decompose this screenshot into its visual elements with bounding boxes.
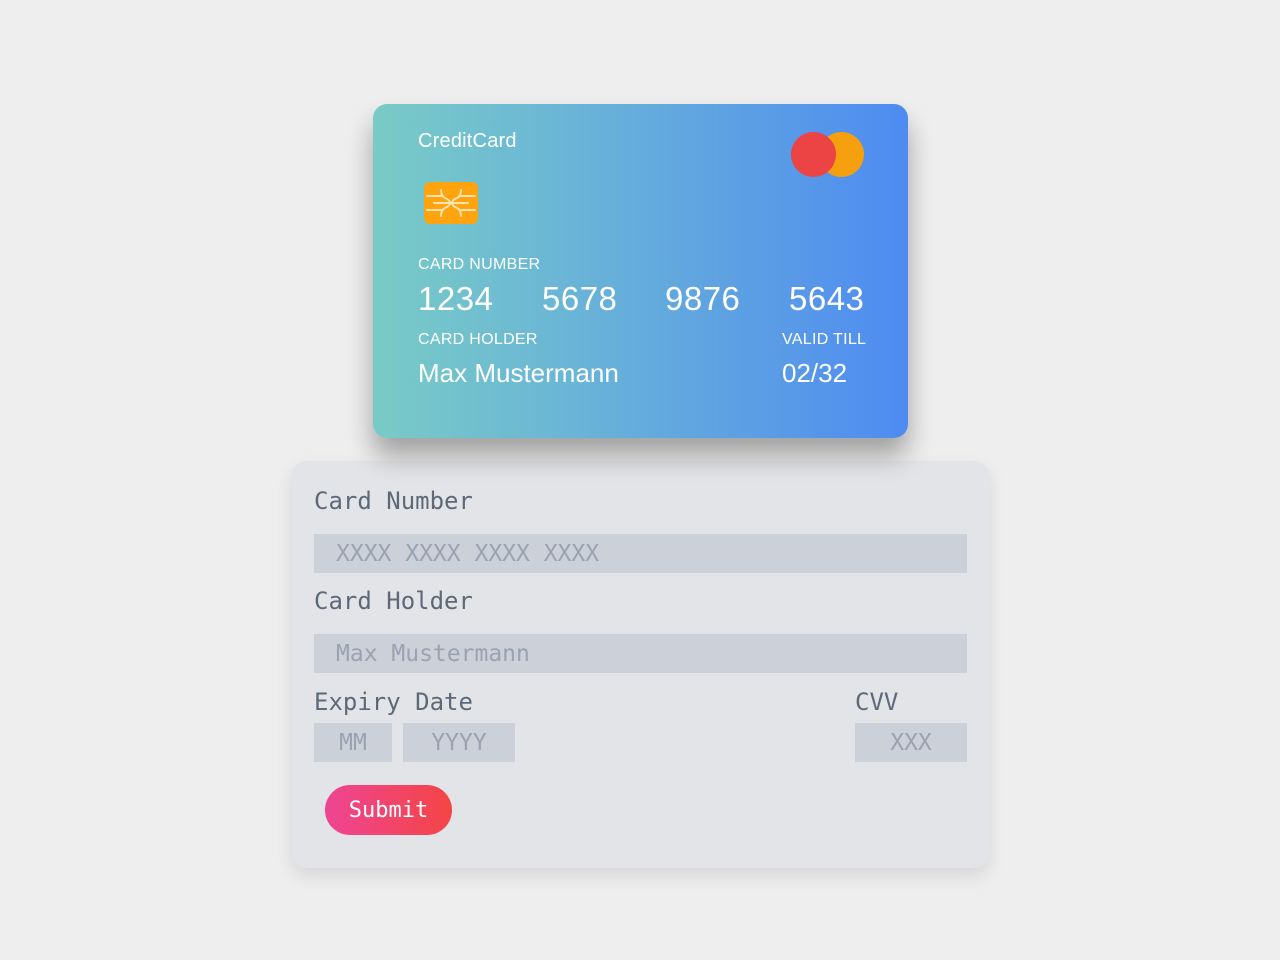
card-number-input[interactable]	[314, 534, 967, 573]
submit-button[interactable]: Submit	[325, 785, 452, 835]
card-number-group-2: 5678	[542, 280, 618, 317]
card-number-group-1: 1234	[418, 280, 494, 317]
card-holder-field-label: Card Holder	[314, 587, 473, 615]
card-number-label: CARD NUMBER	[418, 256, 541, 273]
valid-till-label: VALID TILL	[782, 331, 867, 348]
mastercard-logo-icon	[791, 132, 865, 178]
expiry-date-label: Expiry Date	[314, 688, 473, 716]
cvv-label: CVV	[855, 688, 899, 716]
card-holder-label: CARD HOLDER	[418, 331, 538, 348]
credit-card-preview: CreditCard CARD NUMBER 1234 5678 9876 56…	[373, 104, 908, 438]
expiry-year-input[interactable]	[403, 723, 515, 762]
payment-form: Card Number Card Holder Expiry Date CVV …	[292, 461, 989, 868]
card-holder-input[interactable]	[314, 634, 967, 673]
card-holder-name: Max Mustermann	[418, 358, 619, 388]
card-brand-title: CreditCard	[418, 130, 517, 152]
card-number-field-label: Card Number	[314, 487, 473, 515]
page: CreditCard CARD NUMBER 1234 5678 9876 56…	[0, 0, 1280, 960]
expiry-month-input[interactable]	[314, 723, 392, 762]
cvv-input[interactable]	[855, 723, 967, 762]
card-number-group-3: 9876	[665, 280, 741, 317]
emv-chip-icon	[424, 182, 478, 224]
card-expiry-value: 02/32	[782, 358, 848, 388]
card-number-group-4: 5643	[789, 280, 865, 317]
